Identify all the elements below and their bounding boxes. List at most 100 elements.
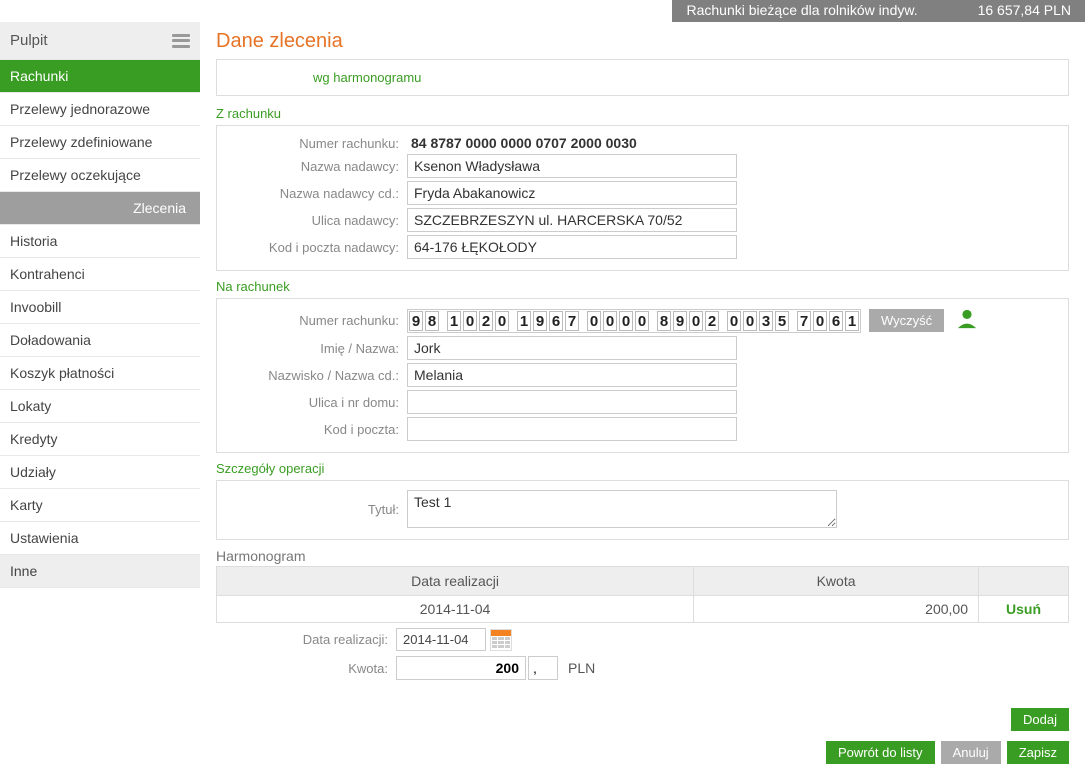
input-to-name2[interactable]: [407, 363, 737, 387]
label-from-street: Ulica nadawcy:: [227, 213, 407, 228]
sidebar-label: Zlecenia: [133, 200, 186, 216]
nrb-digit[interactable]: 9: [409, 311, 423, 331]
sidebar-label: Inne: [10, 563, 37, 579]
sidebar-item-udzialy[interactable]: Udziały: [0, 456, 200, 489]
label-to-nr: Numer rachunku:: [227, 313, 407, 328]
contact-icon[interactable]: [956, 308, 978, 333]
nrb-digit[interactable]: 1: [845, 311, 859, 331]
label-date-realizacji: Data realizacji:: [216, 632, 396, 647]
nrb-digit[interactable]: 6: [829, 311, 843, 331]
cancel-button[interactable]: Anuluj: [941, 741, 1001, 764]
delete-link[interactable]: Usuń: [979, 596, 1069, 623]
input-to-street[interactable]: [407, 390, 737, 414]
tab-harmonogram[interactable]: wg harmonogramu: [313, 70, 421, 85]
sidebar-label: Doładowania: [10, 332, 91, 348]
cell-date: 2014-11-04: [217, 596, 694, 623]
input-date[interactable]: [396, 628, 486, 651]
sidebar-label: Przelewy oczekujące: [10, 167, 141, 183]
input-to-name[interactable]: [407, 336, 737, 360]
save-button[interactable]: Zapisz: [1007, 741, 1069, 764]
col-amount: Kwota: [694, 567, 979, 596]
sidebar-label: Rachunki: [10, 68, 68, 84]
nrb-digit[interactable]: 6: [549, 311, 563, 331]
nrb-digit[interactable]: 9: [533, 311, 547, 331]
nrb-digit[interactable]: 5: [775, 311, 789, 331]
calendar-icon[interactable]: [490, 629, 512, 651]
sidebar-item-karty[interactable]: Karty: [0, 489, 200, 522]
nrb-digit[interactable]: 0: [813, 311, 827, 331]
nrb-digit[interactable]: 3: [759, 311, 773, 331]
section-to-label: Na rachunek: [216, 279, 1069, 294]
input-from-post[interactable]: [407, 235, 737, 259]
schedule-title: Harmonogram: [216, 548, 1069, 564]
nrb-digit[interactable]: 9: [673, 311, 687, 331]
input-from-name[interactable]: [407, 154, 737, 178]
sidebar-item-przelewy-oczekujace[interactable]: Przelewy oczekujące: [0, 159, 200, 192]
sidebar-item-kontrahenci[interactable]: Kontrahenci: [0, 258, 200, 291]
sidebar-item-invoobill[interactable]: Invoobill: [0, 291, 200, 324]
account-balance: 16 657,84 PLN: [978, 2, 1071, 20]
sidebar-item-kredyty[interactable]: Kredyty: [0, 423, 200, 456]
sidebar-item-ustawienia[interactable]: Ustawienia: [0, 522, 200, 555]
sidebar-item-lokaty[interactable]: Lokaty: [0, 390, 200, 423]
sidebar-label: Przelewy zdefiniowane: [10, 134, 152, 150]
back-button[interactable]: Powrót do listy: [826, 741, 935, 764]
nrb-digit[interactable]: 0: [689, 311, 703, 331]
sidebar-item-pulpit[interactable]: Pulpit: [0, 22, 200, 60]
sidebar-item-koszyk[interactable]: Koszyk płatności: [0, 357, 200, 390]
input-amount[interactable]: [396, 656, 526, 680]
nrb-digit[interactable]: 0: [603, 311, 617, 331]
sidebar-item-rachunki[interactable]: Rachunki: [0, 60, 200, 93]
currency-label: PLN: [568, 660, 595, 676]
top-bar: Rachunki bieżące dla rolników indyw. 16 …: [0, 0, 1085, 22]
sidebar-item-historia[interactable]: Historia: [0, 225, 200, 258]
input-from-name2[interactable]: [407, 181, 737, 205]
nrb-digit[interactable]: 7: [797, 311, 811, 331]
sidebar-label-pulpit: Pulpit: [10, 32, 48, 49]
sidebar-label: Kontrahenci: [10, 266, 85, 282]
col-action: [979, 567, 1069, 596]
sidebar-item-zlecenia[interactable]: Zlecenia: [0, 192, 200, 225]
input-to-account-number[interactable]: 98102019670000890200357061: [407, 309, 861, 333]
clear-button[interactable]: Wyczyść: [869, 309, 944, 332]
section-op: Tytuł:: [216, 480, 1069, 540]
input-to-post[interactable]: [407, 417, 737, 441]
label-kwota: Kwota:: [216, 661, 396, 676]
page-title: Dane zlecenia: [216, 30, 1069, 53]
label-op-title: Tytuł:: [227, 502, 407, 517]
cell-amount: 200,00: [694, 596, 979, 623]
nrb-digit[interactable]: 0: [463, 311, 477, 331]
nrb-digit[interactable]: 1: [517, 311, 531, 331]
sidebar-item-przelewy-jednorazowe[interactable]: Przelewy jednorazowe: [0, 93, 200, 126]
nrb-digit[interactable]: 8: [657, 311, 671, 331]
label-to-street: Ulica i nr domu:: [227, 395, 407, 410]
section-from: Numer rachunku: 84 8787 0000 0000 0707 2…: [216, 125, 1069, 271]
nrb-digit[interactable]: 0: [495, 311, 509, 331]
nrb-digit[interactable]: 0: [587, 311, 601, 331]
sidebar-item-doladowania[interactable]: Doładowania: [0, 324, 200, 357]
sidebar-label: Koszyk płatności: [10, 365, 114, 381]
nrb-digit[interactable]: 0: [727, 311, 741, 331]
sidebar-label: Karty: [10, 497, 43, 513]
label-from-name: Nazwa nadawcy:: [227, 159, 407, 174]
label-from-post: Kod i poczta nadawcy:: [227, 240, 407, 255]
nrb-digit[interactable]: 0: [635, 311, 649, 331]
input-from-street[interactable]: [407, 208, 737, 232]
label-from-name2: Nazwa nadawcy cd.:: [227, 186, 407, 201]
nrb-digit[interactable]: 0: [743, 311, 757, 331]
nrb-digit[interactable]: 2: [705, 311, 719, 331]
sidebar-label: Lokaty: [10, 398, 51, 414]
input-amount-dec[interactable]: [528, 656, 558, 680]
label-to-name: Imię / Nazwa:: [227, 341, 407, 356]
input-op-title[interactable]: [407, 490, 837, 528]
menu-icon[interactable]: [172, 34, 190, 48]
add-button[interactable]: Dodaj: [1011, 708, 1069, 731]
nrb-digit[interactable]: 0: [619, 311, 633, 331]
section-from-label: Z rachunku: [216, 106, 1069, 121]
nrb-digit[interactable]: 8: [425, 311, 439, 331]
nrb-digit[interactable]: 2: [479, 311, 493, 331]
sidebar-item-przelewy-zdefiniowane[interactable]: Przelewy zdefiniowane: [0, 126, 200, 159]
nrb-digit[interactable]: 1: [447, 311, 461, 331]
sidebar-item-inne[interactable]: Inne: [0, 555, 200, 588]
nrb-digit[interactable]: 7: [565, 311, 579, 331]
